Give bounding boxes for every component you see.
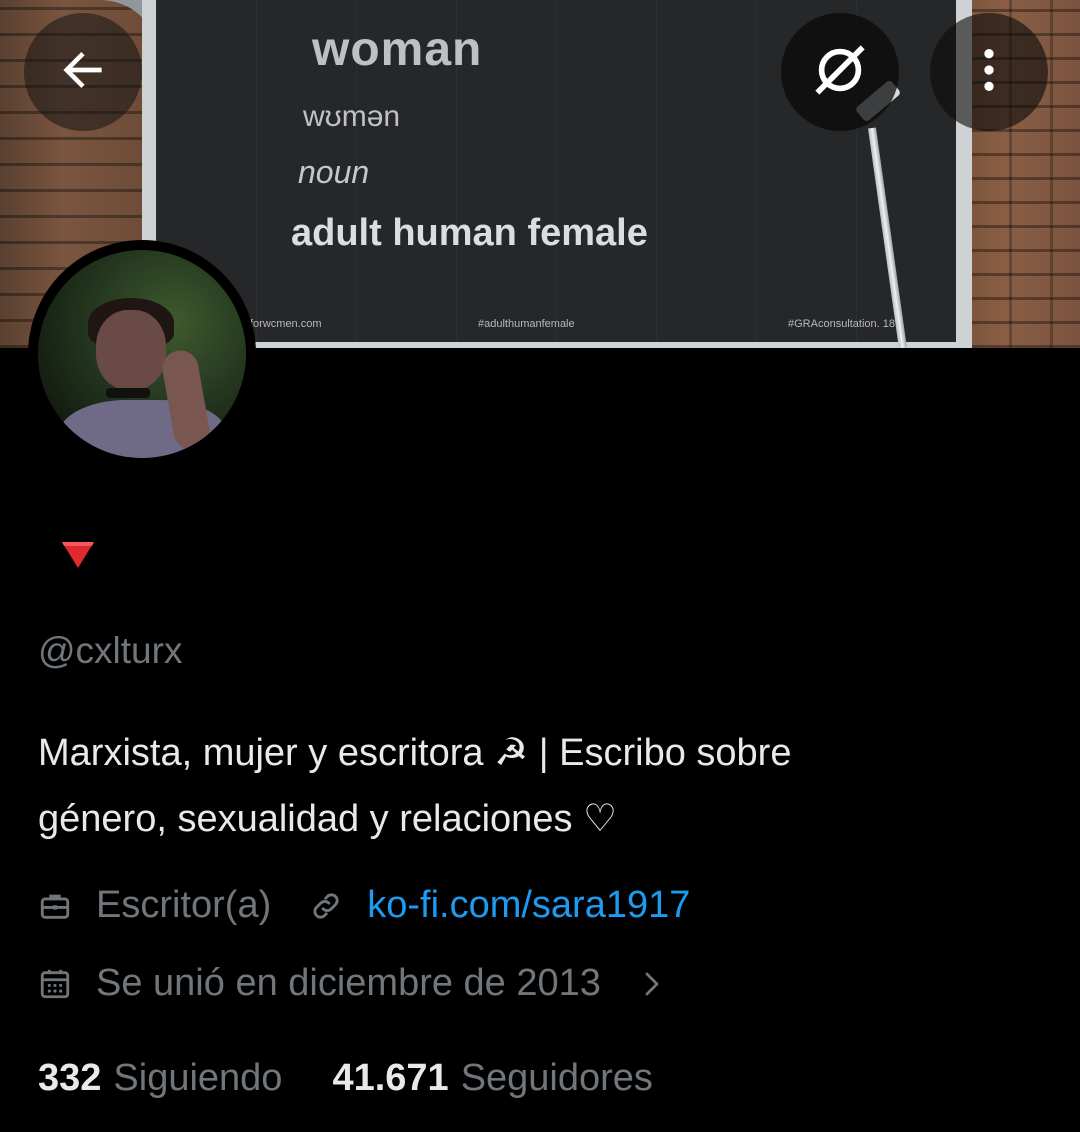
- back-button[interactable]: [24, 13, 142, 131]
- joined-date-label: Se unió en diciembre de 2013: [96, 962, 601, 1004]
- display-name-flag-icon: [58, 534, 98, 579]
- avatar-figure-choker: [106, 388, 150, 398]
- profile-bio: Marxista, mujer y escritora ☭ | Escribo …: [38, 720, 1048, 852]
- billboard-footer-hashtag: #adulthumanfemale: [478, 318, 575, 330]
- billboard-phonetic: wʊmən: [303, 100, 401, 133]
- billboard-word: woman: [312, 23, 483, 76]
- profile-avatar[interactable]: [28, 240, 256, 468]
- following-label: Siguiendo: [113, 1057, 283, 1099]
- profession-label: Escritor(a): [96, 884, 272, 926]
- billboard-footer-hashtag-consultation: #GRAconsultation. 18: [788, 318, 896, 330]
- followers-label: Seguidores: [460, 1057, 653, 1099]
- chevron-right-icon: [637, 967, 667, 1001]
- briefcase-icon: [38, 889, 72, 923]
- link-icon: [309, 889, 343, 923]
- more-options-button[interactable]: [930, 13, 1048, 131]
- profile-meta-row: Escritor(a) ko-fi.com/sara1917: [38, 884, 690, 927]
- avatar-figure-head: [96, 310, 166, 390]
- follow-stats: 332 Siguiendo 41.671 Seguidores: [38, 1057, 653, 1100]
- eye-off-icon: [806, 36, 874, 109]
- bio-line-1: Marxista, mujer y escritora ☭ | Escribo …: [38, 732, 792, 774]
- joined-row[interactable]: Se unió en diciembre de 2013: [38, 962, 667, 1005]
- hide-banner-button[interactable]: [781, 13, 899, 131]
- billboard-footer-url: forwcmen.com: [250, 318, 322, 330]
- red-triangle-down-icon: [62, 542, 94, 568]
- profile-handle: @cxlturx: [38, 630, 183, 671]
- calendar-icon: [38, 967, 72, 1001]
- following-count: 332: [38, 1057, 102, 1099]
- billboard-definition: adult human female: [291, 212, 648, 254]
- avatar-photo: [38, 250, 246, 458]
- following-stat[interactable]: 332 Siguiendo: [38, 1057, 282, 1100]
- followers-stat[interactable]: 41.671 Seguidores: [332, 1057, 652, 1100]
- arrow-left-icon: [55, 42, 111, 103]
- billboard-part-of-speech: noun: [298, 154, 370, 190]
- bio-line-2: género, sexualidad y relaciones ♡: [38, 798, 618, 840]
- followers-count: 41.671: [332, 1057, 449, 1099]
- website-link[interactable]: ko-fi.com/sara1917: [367, 884, 690, 927]
- more-vertical-icon: [961, 42, 1017, 103]
